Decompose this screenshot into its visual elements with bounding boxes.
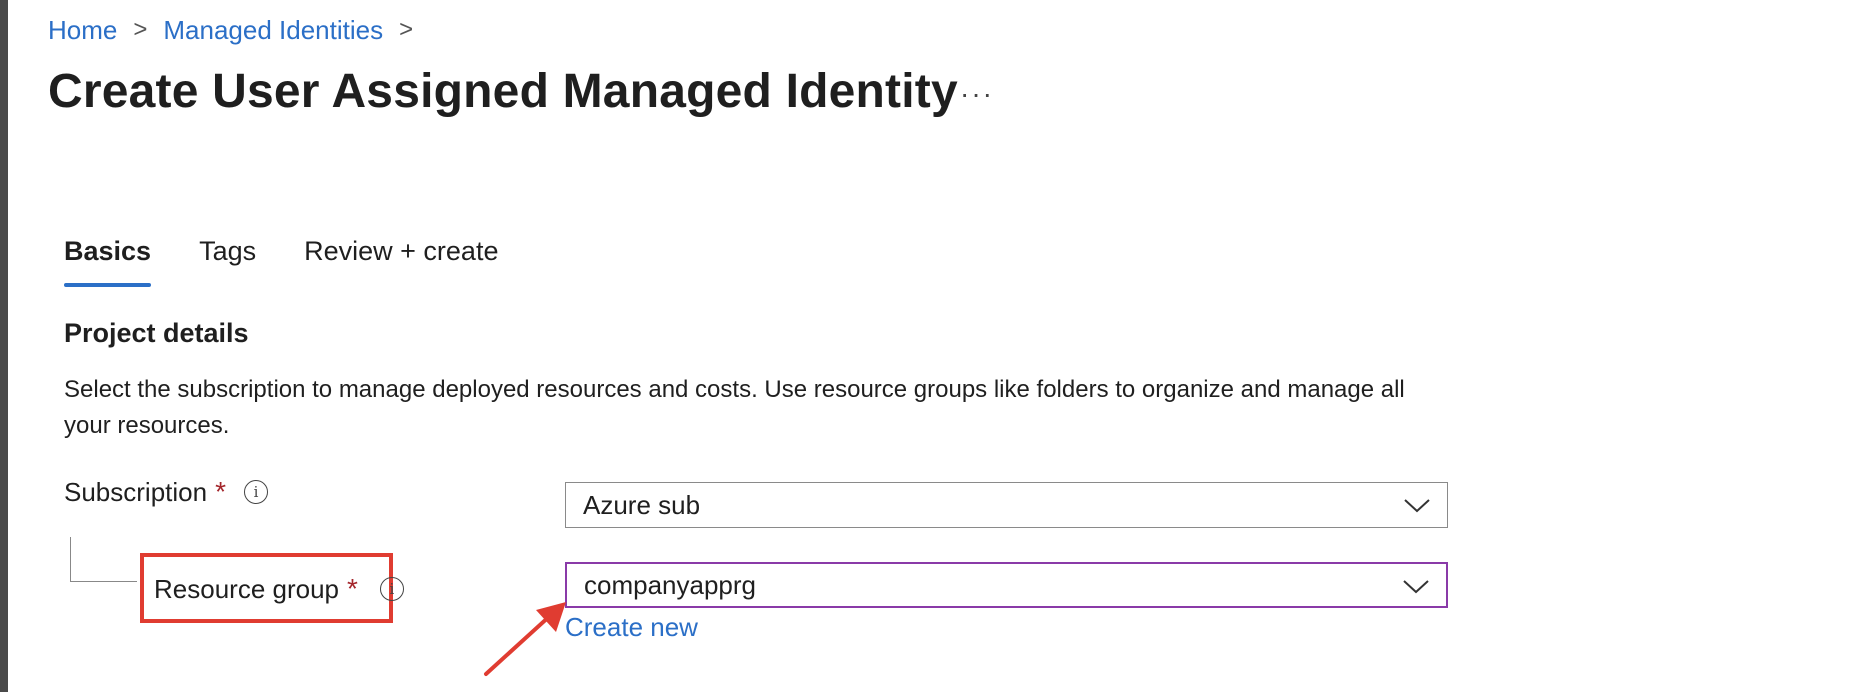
tab-tags[interactable]: Tags [199,236,256,281]
resource-group-dropdown[interactable]: companyapprg [565,562,1448,608]
breadcrumb-separator: > [399,16,414,43]
subscription-label: Subscription [64,476,208,507]
info-icon[interactable]: i [379,577,404,601]
required-indicator: * [347,573,358,604]
subscription-label-row: Subscription * i [64,476,268,508]
subscription-value: Azure sub [583,489,701,520]
required-indicator: * [215,476,226,507]
subscription-dropdown[interactable]: Azure sub [565,482,1448,528]
chevron-down-icon [1403,580,1429,594]
breadcrumb: Home > Managed Identities > [48,12,429,48]
resource-group-label: Resource group [154,573,339,604]
page-title: Create User Assigned Managed Identity [48,65,958,118]
tree-connector [70,537,137,582]
section-title-project-details: Project details [64,318,249,348]
tab-basics[interactable]: Basics [64,236,152,287]
red-arrow-icon [484,602,566,676]
info-icon[interactable]: i [243,480,268,504]
chevron-down-icon [1404,499,1430,513]
resource-group-label-row: Resource group * i [154,573,404,605]
resource-group-value: companyapprg [584,569,756,600]
more-options-button[interactable]: ··· [960,78,994,110]
breadcrumb-managed-identities[interactable]: Managed Identities [163,15,383,46]
section-description: Select the subscription to manage deploy… [64,376,1405,439]
breadcrumb-separator: > [133,16,148,43]
tab-bar: Basics Tags Review + create [64,236,546,287]
create-new-link[interactable]: Create new [565,612,698,643]
breadcrumb-home[interactable]: Home [48,15,117,46]
tab-review-create[interactable]: Review + create [304,236,498,281]
window-edge [0,0,8,692]
